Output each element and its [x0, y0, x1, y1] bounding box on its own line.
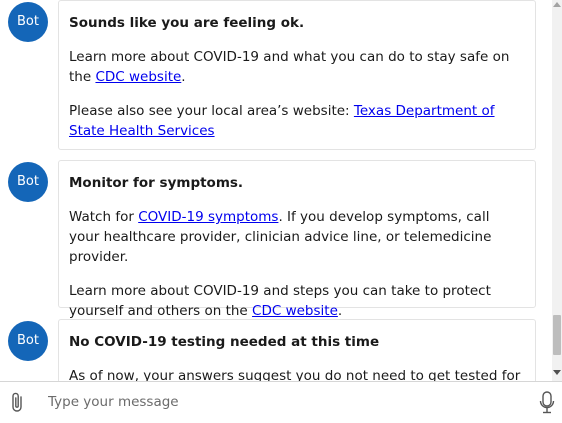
- covid-symptoms-link[interactable]: COVID-19 symptoms: [138, 209, 278, 225]
- message-input[interactable]: [40, 390, 526, 414]
- message-paragraph: Learn more about COVID-19 and what you c…: [69, 49, 510, 85]
- cdc-website-link[interactable]: CDC website: [95, 69, 181, 85]
- message-paragraph: Learn more about COVID-19 and steps you …: [69, 283, 491, 319]
- message-input-bar: [0, 381, 562, 423]
- cdc-website-link[interactable]: CDC website: [252, 303, 338, 319]
- message-title: Monitor for symptoms.: [69, 175, 244, 191]
- scroll-down-arrow-icon[interactable]: [553, 370, 561, 375]
- message-card: Sounds like you are feeling ok. Learn mo…: [58, 0, 536, 150]
- bot-avatar: Bot: [8, 321, 48, 361]
- message-card: Monitor for symptoms. Watch for COVID-19…: [58, 160, 536, 319]
- chat-transcript: Bot Sounds like you are feeling ok. Lear…: [0, 0, 552, 381]
- bot-avatar: Bot: [8, 162, 48, 202]
- message-paragraph: Please also see your local area’s websit…: [69, 103, 495, 139]
- bot-avatar: Bot: [8, 2, 48, 42]
- message-paragraph: As of now, your answers suggest you do n…: [69, 368, 521, 381]
- chat-scrollbar[interactable]: [552, 0, 562, 381]
- scroll-up-arrow-icon[interactable]: [553, 2, 561, 7]
- message-paragraph: Watch for COVID-19 symptoms. If you deve…: [69, 209, 492, 265]
- message-title: No COVID-19 testing needed at this time: [69, 334, 380, 350]
- message-card: No COVID-19 testing needed at this time …: [58, 319, 536, 381]
- message-title: Sounds like you are feeling ok.: [69, 15, 305, 31]
- scroll-thumb[interactable]: [553, 315, 561, 355]
- paperclip-icon[interactable]: [7, 391, 29, 415]
- microphone-icon[interactable]: [538, 390, 556, 416]
